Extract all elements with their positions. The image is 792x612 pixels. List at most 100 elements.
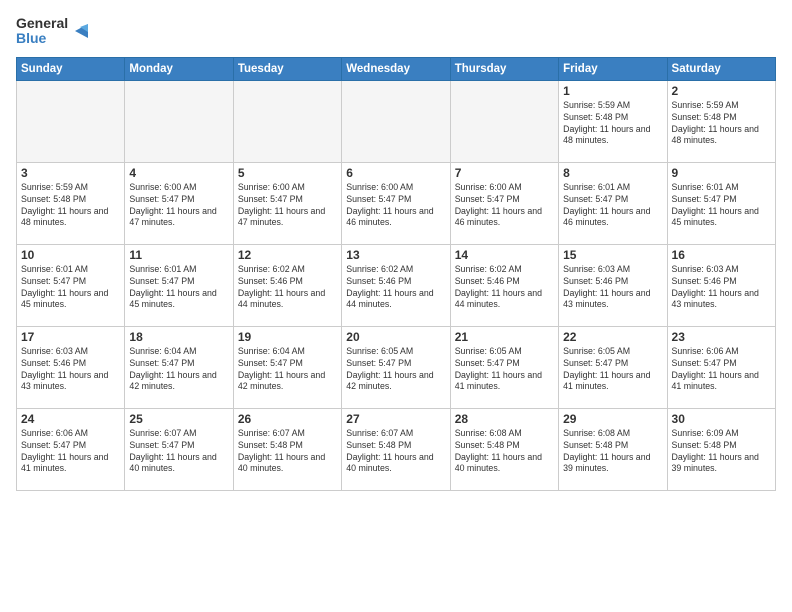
calendar-cell: 23 Sunrise: 6:06 AM Sunset: 5:47 PM Dayli… xyxy=(667,326,775,408)
day-number: 10 xyxy=(21,248,120,262)
day-header-saturday: Saturday xyxy=(667,57,775,80)
calendar-cell: 18 Sunrise: 6:04 AM Sunset: 5:47 PM Dayli… xyxy=(125,326,233,408)
day-number: 6 xyxy=(346,166,445,180)
cell-text: Sunrise: 6:02 AM Sunset: 5:46 PM Dayligh… xyxy=(455,264,554,312)
cell-text: Sunrise: 6:00 AM Sunset: 5:47 PM Dayligh… xyxy=(346,182,445,230)
calendar-cell: 1 Sunrise: 5:59 AM Sunset: 5:48 PM Daylig… xyxy=(559,80,667,162)
cell-text: Sunrise: 6:01 AM Sunset: 5:47 PM Dayligh… xyxy=(563,182,662,230)
cell-text: Sunrise: 6:01 AM Sunset: 5:47 PM Dayligh… xyxy=(129,264,228,312)
day-number: 23 xyxy=(672,330,771,344)
cell-text: Sunrise: 6:05 AM Sunset: 5:47 PM Dayligh… xyxy=(563,346,662,394)
day-header-monday: Monday xyxy=(125,57,233,80)
day-number: 9 xyxy=(672,166,771,180)
calendar-cell: 5 Sunrise: 6:00 AM Sunset: 5:47 PM Daylig… xyxy=(233,162,341,244)
logo-bird-icon xyxy=(70,22,88,40)
cell-text: Sunrise: 6:02 AM Sunset: 5:46 PM Dayligh… xyxy=(238,264,337,312)
cell-text: Sunrise: 6:03 AM Sunset: 5:46 PM Dayligh… xyxy=(21,346,120,394)
cell-text: Sunrise: 6:07 AM Sunset: 5:47 PM Dayligh… xyxy=(129,428,228,476)
page: General Blue SundayMondayTuesdayWednesda… xyxy=(0,0,792,612)
cell-text: Sunrise: 6:06 AM Sunset: 5:47 PM Dayligh… xyxy=(21,428,120,476)
cell-text: Sunrise: 6:02 AM Sunset: 5:46 PM Dayligh… xyxy=(346,264,445,312)
calendar-cell: 24Sunrise: 6:06 AM Sunset: 5:47 PM Dayli… xyxy=(17,408,125,490)
cell-text: Sunrise: 6:04 AM Sunset: 5:47 PM Dayligh… xyxy=(129,346,228,394)
calendar-cell: 16 Sunrise: 6:03 AM Sunset: 5:46 PM Dayli… xyxy=(667,244,775,326)
calendar-cell: 10 Sunrise: 6:01 AM Sunset: 5:47 PM Dayli… xyxy=(17,244,125,326)
cell-text: Sunrise: 6:07 AM Sunset: 5:48 PM Dayligh… xyxy=(346,428,445,476)
cell-text: Sunrise: 6:06 AM Sunset: 5:47 PM Dayligh… xyxy=(672,346,771,394)
calendar-cell: 4Sunrise: 6:00 AM Sunset: 5:47 PM Daylig… xyxy=(125,162,233,244)
day-number: 29 xyxy=(563,412,662,426)
cell-text: Sunrise: 6:01 AM Sunset: 5:47 PM Dayligh… xyxy=(672,182,771,230)
day-number: 26 xyxy=(238,412,337,426)
calendar-cell: 19 Sunrise: 6:04 AM Sunset: 5:47 PM Dayli… xyxy=(233,326,341,408)
calendar-cell: 3Sunrise: 5:59 AM Sunset: 5:48 PM Daylig… xyxy=(17,162,125,244)
calendar-cell: 17 Sunrise: 6:03 AM Sunset: 5:46 PM Dayli… xyxy=(17,326,125,408)
calendar-cell: 6 Sunrise: 6:00 AM Sunset: 5:47 PM Daylig… xyxy=(342,162,450,244)
day-header-thursday: Thursday xyxy=(450,57,558,80)
cell-text: Sunrise: 6:04 AM Sunset: 5:47 PM Dayligh… xyxy=(238,346,337,394)
day-header-tuesday: Tuesday xyxy=(233,57,341,80)
calendar-cell xyxy=(17,80,125,162)
calendar-week-row: 3Sunrise: 5:59 AM Sunset: 5:48 PM Daylig… xyxy=(17,162,776,244)
calendar-cell: 25 Sunrise: 6:07 AM Sunset: 5:47 PM Dayli… xyxy=(125,408,233,490)
calendar-cell: 7Sunrise: 6:00 AM Sunset: 5:47 PM Daylig… xyxy=(450,162,558,244)
calendar-cell xyxy=(450,80,558,162)
calendar-cell: 12Sunrise: 6:02 AM Sunset: 5:46 PM Dayli… xyxy=(233,244,341,326)
logo-general: General xyxy=(16,16,68,31)
calendar-cell: 29 Sunrise: 6:08 AM Sunset: 5:48 PM Dayli… xyxy=(559,408,667,490)
day-number: 18 xyxy=(129,330,228,344)
cell-text: Sunrise: 6:05 AM Sunset: 5:47 PM Dayligh… xyxy=(346,346,445,394)
day-number: 15 xyxy=(563,248,662,262)
cell-text: Sunrise: 6:00 AM Sunset: 5:47 PM Dayligh… xyxy=(238,182,337,230)
header: General Blue xyxy=(16,16,776,47)
day-number: 11 xyxy=(129,248,228,262)
day-number: 17 xyxy=(21,330,120,344)
day-number: 20 xyxy=(346,330,445,344)
cell-text: Sunrise: 6:00 AM Sunset: 5:47 PM Dayligh… xyxy=(455,182,554,230)
calendar-header-row: SundayMondayTuesdayWednesdayThursdayFrid… xyxy=(17,57,776,80)
day-number: 2 xyxy=(672,84,771,98)
calendar-cell: 8 Sunrise: 6:01 AM Sunset: 5:47 PM Daylig… xyxy=(559,162,667,244)
calendar-week-row: 24Sunrise: 6:06 AM Sunset: 5:47 PM Dayli… xyxy=(17,408,776,490)
day-number: 28 xyxy=(455,412,554,426)
cell-text: Sunrise: 6:08 AM Sunset: 5:48 PM Dayligh… xyxy=(563,428,662,476)
cell-text: Sunrise: 6:00 AM Sunset: 5:47 PM Dayligh… xyxy=(129,182,228,230)
day-number: 22 xyxy=(563,330,662,344)
day-header-friday: Friday xyxy=(559,57,667,80)
calendar: SundayMondayTuesdayWednesdayThursdayFrid… xyxy=(16,57,776,491)
calendar-cell: 15 Sunrise: 6:03 AM Sunset: 5:46 PM Dayli… xyxy=(559,244,667,326)
calendar-cell xyxy=(342,80,450,162)
cell-text: Sunrise: 6:03 AM Sunset: 5:46 PM Dayligh… xyxy=(672,264,771,312)
calendar-cell: 13 Sunrise: 6:02 AM Sunset: 5:46 PM Dayli… xyxy=(342,244,450,326)
logo-blue: Blue xyxy=(16,31,68,46)
day-number: 30 xyxy=(672,412,771,426)
day-number: 25 xyxy=(129,412,228,426)
calendar-cell: 14Sunrise: 6:02 AM Sunset: 5:46 PM Dayli… xyxy=(450,244,558,326)
day-number: 16 xyxy=(672,248,771,262)
cell-text: Sunrise: 6:03 AM Sunset: 5:46 PM Dayligh… xyxy=(563,264,662,312)
day-number: 8 xyxy=(563,166,662,180)
cell-text: Sunrise: 6:09 AM Sunset: 5:48 PM Dayligh… xyxy=(672,428,771,476)
day-number: 27 xyxy=(346,412,445,426)
day-number: 5 xyxy=(238,166,337,180)
calendar-cell: 30 Sunrise: 6:09 AM Sunset: 5:48 PM Dayli… xyxy=(667,408,775,490)
day-number: 13 xyxy=(346,248,445,262)
calendar-week-row: 17 Sunrise: 6:03 AM Sunset: 5:46 PM Dayli… xyxy=(17,326,776,408)
calendar-cell: 26 Sunrise: 6:07 AM Sunset: 5:48 PM Dayli… xyxy=(233,408,341,490)
logo: General Blue xyxy=(16,16,88,47)
calendar-cell: 2Sunrise: 5:59 AM Sunset: 5:48 PM Daylig… xyxy=(667,80,775,162)
calendar-week-row: 10 Sunrise: 6:01 AM Sunset: 5:47 PM Dayli… xyxy=(17,244,776,326)
day-number: 21 xyxy=(455,330,554,344)
day-number: 19 xyxy=(238,330,337,344)
calendar-cell: 21 Sunrise: 6:05 AM Sunset: 5:47 PM Dayli… xyxy=(450,326,558,408)
day-number: 1 xyxy=(563,84,662,98)
cell-text: Sunrise: 6:01 AM Sunset: 5:47 PM Dayligh… xyxy=(21,264,120,312)
calendar-cell: 27 Sunrise: 6:07 AM Sunset: 5:48 PM Dayli… xyxy=(342,408,450,490)
cell-text: Sunrise: 6:07 AM Sunset: 5:48 PM Dayligh… xyxy=(238,428,337,476)
day-header-sunday: Sunday xyxy=(17,57,125,80)
cell-text: Sunrise: 6:08 AM Sunset: 5:48 PM Dayligh… xyxy=(455,428,554,476)
cell-text: Sunrise: 6:05 AM Sunset: 5:47 PM Dayligh… xyxy=(455,346,554,394)
calendar-week-row: 1 Sunrise: 5:59 AM Sunset: 5:48 PM Daylig… xyxy=(17,80,776,162)
calendar-cell: 22 Sunrise: 6:05 AM Sunset: 5:47 PM Dayli… xyxy=(559,326,667,408)
cell-text: Sunrise: 5:59 AM Sunset: 5:48 PM Dayligh… xyxy=(563,100,662,148)
